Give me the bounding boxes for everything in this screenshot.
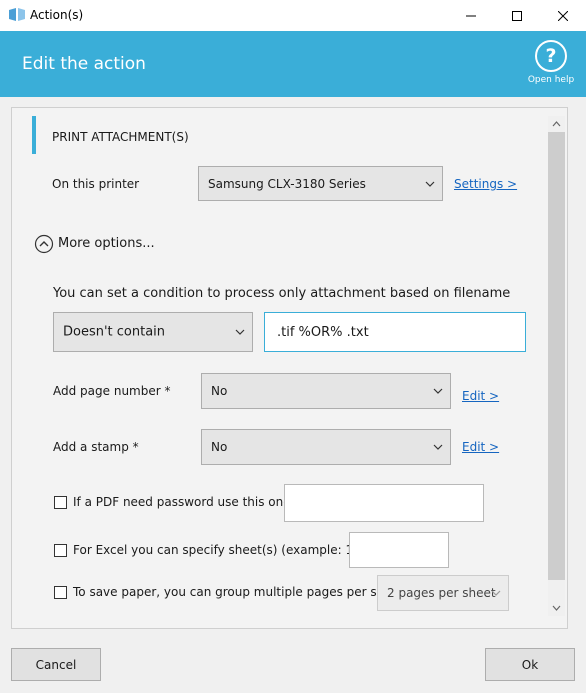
excel-sheets-input[interactable] (349, 532, 449, 568)
chevron-down-icon (425, 181, 435, 187)
stamp-value: No (211, 440, 228, 454)
chevron-down-icon (235, 329, 245, 335)
condition-operator-select[interactable]: Doesn't contain (53, 312, 253, 352)
printer-select[interactable]: Samsung CLX-3180 Series (198, 166, 443, 201)
scroll-down-icon[interactable] (552, 605, 561, 611)
ok-button-label: Ok (521, 657, 539, 672)
page-number-edit-link[interactable]: Edit > (462, 389, 499, 403)
open-help-button[interactable]: ? Open help (526, 40, 576, 90)
dialog-header: Edit the action ? Open help (0, 31, 586, 97)
chevron-down-icon (433, 388, 443, 394)
more-options-label: More options... (58, 236, 155, 251)
chevron-down-icon (491, 590, 501, 596)
printer-settings-link[interactable]: Settings > (454, 177, 517, 191)
page-number-select[interactable]: No (201, 373, 451, 409)
section-accent-bar (32, 116, 36, 154)
minimize-button[interactable] (448, 0, 494, 31)
pdf-password-input[interactable] (284, 484, 484, 522)
window-title: Action(s) (30, 8, 84, 22)
group-pages-label: To save paper, you can group multiple pa… (73, 585, 404, 599)
ok-button[interactable]: Ok (485, 648, 575, 681)
condition-value-text: .tif %OR% .txt (277, 325, 369, 340)
app-icon (9, 8, 25, 21)
pages-per-sheet-value: 2 pages per sheet (387, 586, 496, 600)
maximize-icon (512, 10, 522, 21)
group-pages-checkbox[interactable] (54, 586, 67, 599)
pages-per-sheet-select[interactable]: 2 pages per sheet (377, 575, 509, 611)
maximize-button[interactable] (494, 0, 540, 31)
help-icon: ? (535, 40, 567, 72)
condition-description: You can set a condition to process only … (53, 286, 511, 301)
excel-sheets-checkbox[interactable] (54, 544, 67, 557)
scrollbar-thumb[interactable] (548, 132, 565, 580)
section-title: PRINT ATTACHMENT(S) (52, 130, 189, 144)
vertical-scrollbar[interactable] (548, 116, 565, 616)
dialog-title: Edit the action (22, 54, 146, 74)
scroll-up-icon[interactable] (552, 121, 561, 127)
cancel-button-label: Cancel (35, 657, 77, 672)
stamp-edit-link[interactable]: Edit > (462, 440, 499, 454)
pdf-password-label: If a PDF need password use this one (73, 495, 291, 509)
chevron-down-icon (433, 444, 443, 450)
stamp-select[interactable]: No (201, 429, 451, 465)
close-button[interactable] (540, 0, 586, 31)
condition-operator-value: Doesn't contain (63, 324, 166, 340)
minimize-icon (466, 15, 476, 16)
page-number-value: No (211, 384, 228, 398)
more-options-toggle[interactable]: More options... (34, 234, 164, 254)
page-number-label: Add page number * (53, 384, 171, 398)
printer-select-value: Samsung CLX-3180 Series (208, 176, 366, 191)
excel-sheets-label: For Excel you can specify sheet(s) (exam… (73, 543, 387, 557)
cancel-button[interactable]: Cancel (11, 648, 101, 681)
condition-value-input[interactable]: .tif %OR% .txt (264, 312, 526, 352)
printer-label: On this printer (52, 177, 140, 191)
chevron-up-circle-icon (34, 234, 54, 254)
pdf-password-checkbox[interactable] (54, 496, 67, 509)
stamp-label: Add a stamp * (53, 440, 139, 454)
window-titlebar: Action(s) (0, 0, 586, 31)
open-help-label: Open help (527, 75, 575, 85)
options-panel: PRINT ATTACHMENT(S) On this printer Sams… (11, 107, 568, 629)
close-icon (558, 10, 568, 21)
